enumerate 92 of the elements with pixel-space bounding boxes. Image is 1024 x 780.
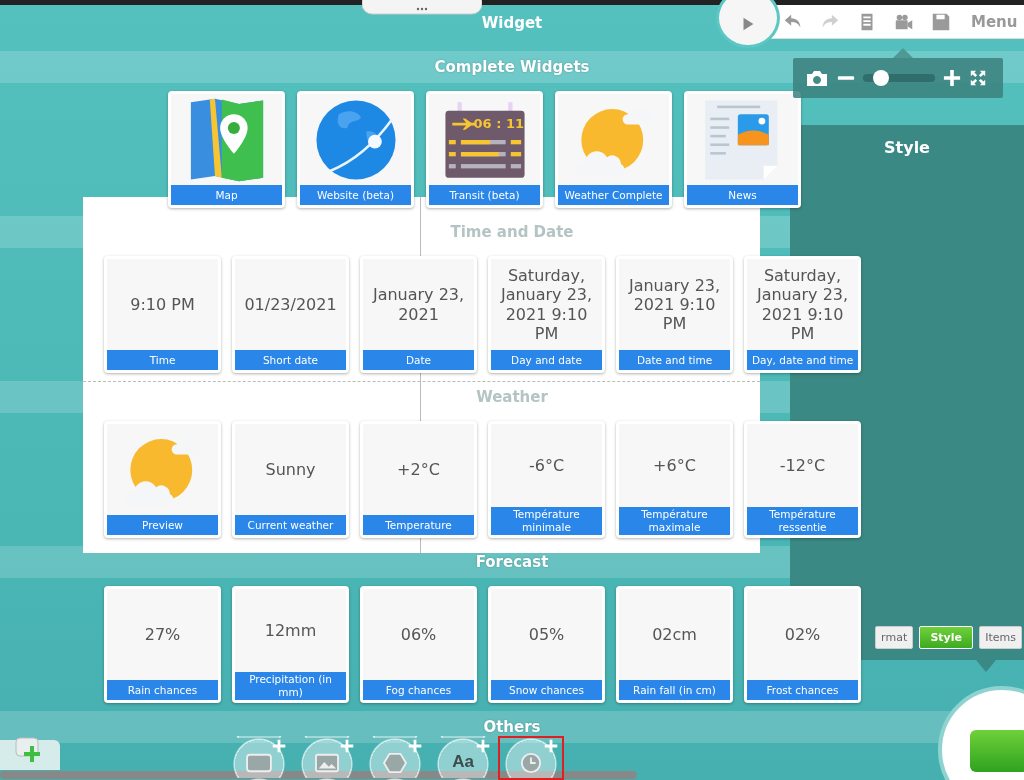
widget-card[interactable]: 9:10 PM Time [104, 256, 221, 373]
widget-card[interactable]: -6°C Température minimale [488, 421, 605, 538]
widget-card[interactable]: 01/23/2021 Short date [232, 256, 349, 373]
widget-label: Preview [107, 515, 218, 535]
widget-label: Température ressentie [747, 507, 858, 535]
widget-value: +6°C [652, 455, 697, 476]
widget-label: Weather Complete [558, 185, 669, 205]
panel-tab[interactable]: Items [979, 626, 1022, 649]
widget-label: Day, date and time [747, 350, 858, 370]
widget-value: Saturday, January 23, 2021 9:10 PM [755, 266, 850, 343]
handle-icon[interactable] [362, 0, 482, 16]
widget-card[interactable]: -12°C Température ressentie [744, 421, 861, 538]
widget-value: 06% [399, 624, 438, 645]
camera-icon[interactable] [805, 68, 829, 88]
widget-card[interactable]: +6°C Température maximale [616, 421, 733, 538]
panel-tab[interactable]: rmat [875, 626, 914, 649]
screen-icon [245, 752, 273, 774]
tile-icon [970, 730, 1024, 772]
board-time: 06 : 11 [473, 116, 524, 131]
widget-label: Precipitation (in mm) [235, 672, 346, 700]
play-button[interactable] [716, 0, 780, 48]
widget-card[interactable]: 02% Frost chances [744, 586, 861, 703]
widget-card[interactable]: +2°C Temperature [360, 421, 477, 538]
widget-label: Rain chances [107, 680, 218, 700]
widget-label: Frost chances [747, 680, 858, 700]
widget-value: 02cm [651, 624, 698, 645]
widget-value: January 23, 2021 9:10 PM [627, 275, 722, 334]
widget-value: January 23, 2021 [371, 285, 466, 324]
plus-icon [272, 739, 286, 753]
widget-value: 9:10 PM [129, 294, 196, 315]
slider-thumb[interactable] [872, 70, 889, 86]
section-title: Forecast [475, 553, 549, 571]
plus-icon [544, 739, 558, 753]
widget-label: Température maximale [619, 507, 730, 535]
widget-label: Map [171, 185, 282, 205]
widget-card[interactable]: January 23, 2021 Date [360, 256, 477, 373]
section-title: Others [483, 718, 541, 736]
widget-value: 12mm [263, 620, 318, 641]
widget-label: Date and time [619, 350, 730, 370]
widget-label: Rain fall (in cm) [619, 680, 730, 700]
image-icon [313, 752, 341, 774]
widget-card[interactable]: January 23, 2021 9:10 PM Date and time [616, 256, 733, 373]
widget-value: +2°C [396, 459, 441, 480]
widget-label: Website (beta) [300, 185, 411, 205]
page-title: Widget [481, 14, 543, 32]
widget-value: -12°C [778, 455, 827, 476]
widget-card[interactable]: Saturday, January 23, 2021 9:10 PM Day, date and time [744, 256, 861, 373]
widget-label: Current weather [235, 515, 346, 535]
widget-value: 01/23/2021 [243, 294, 338, 315]
section-title: Complete Widgets [434, 58, 590, 76]
section-title: Weather [476, 388, 548, 406]
widget-label: Temperature [363, 515, 474, 535]
plus-icon [476, 739, 490, 753]
widget-label: Short date [235, 350, 346, 370]
hexagon-icon [381, 752, 409, 774]
tool-label: Aa [452, 752, 474, 772]
widget-value: Sunny [264, 459, 317, 480]
widget-card[interactable]: Sunny Current weather [232, 421, 349, 538]
widget-card[interactable]: 06% Fog chances [360, 586, 477, 703]
widget-card[interactable]: 06 : 11 Transit (beta) [426, 91, 543, 208]
plus-icon [408, 739, 422, 753]
widget-card[interactable]: News [684, 91, 801, 208]
zoom-in-icon[interactable] [943, 69, 961, 87]
widget-label: Fog chances [363, 680, 474, 700]
widget-value: -6°C [527, 455, 566, 476]
widget-card[interactable]: Preview [104, 421, 221, 538]
widget-card[interactable]: 02cm Rain fall (in cm) [616, 586, 733, 703]
widget-card[interactable]: 05% Snow chances [488, 586, 605, 703]
widget-label: News [687, 185, 798, 205]
widget-label: Date [363, 350, 474, 370]
widget-value: 05% [527, 624, 566, 645]
widget-card[interactable]: 12mm Precipitation (in mm) [232, 586, 349, 703]
widget-value: 27% [143, 624, 182, 645]
widget-label: Transit (beta) [429, 185, 540, 205]
widget-label: Day and date [491, 350, 602, 370]
scrollbar[interactable] [0, 771, 637, 779]
plus-icon [340, 739, 354, 753]
widget-label: Snow chances [491, 680, 602, 700]
panel-title: Style [883, 138, 931, 157]
widget-card[interactable]: Website (beta) [297, 91, 414, 208]
pointer-icon [893, 48, 913, 58]
widget-value: Saturday, January 23, 2021 9:10 PM [499, 266, 594, 343]
widget-card[interactable]: 27% Rain chances [104, 586, 221, 703]
widget-card[interactable]: Map [168, 91, 285, 208]
fullscreen-icon[interactable] [969, 69, 987, 87]
widget-card[interactable]: Weather Complete [555, 91, 672, 208]
widget-label: Température minimale [491, 507, 602, 535]
section-title: Time and Date [450, 223, 574, 241]
widget-card[interactable]: Saturday, January 23, 2021 9:10 PM Day and date [488, 256, 605, 373]
widget-value: 02% [783, 624, 822, 645]
widget-label: Time [107, 350, 218, 370]
add-page-button[interactable] [0, 740, 60, 770]
